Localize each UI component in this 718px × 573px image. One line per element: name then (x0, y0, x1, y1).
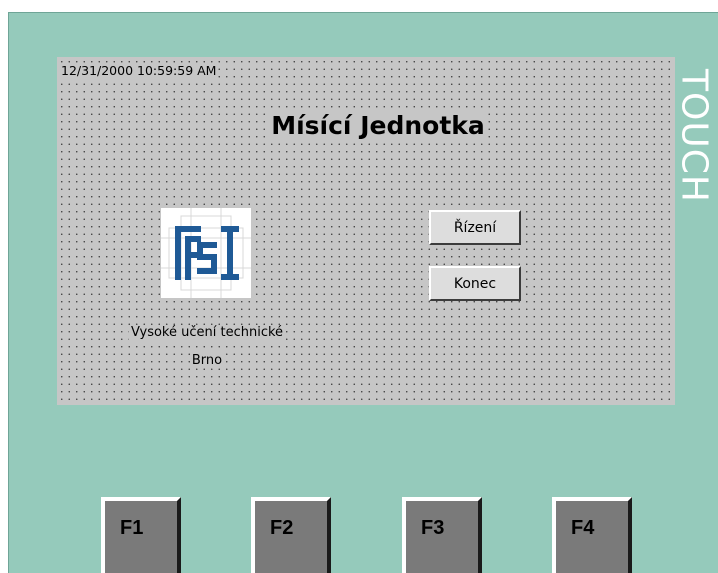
touch-brand-label: TOUCH (671, 61, 717, 211)
function-key-f4[interactable]: F4 (552, 497, 632, 573)
function-key-label: F2 (270, 517, 294, 539)
function-key-label: F3 (421, 517, 445, 539)
function-key-f2[interactable]: F2 (251, 497, 331, 573)
function-key-f1[interactable]: F1 (101, 497, 181, 573)
hmi-panel: 12/31/2000 10:59:59 AM Mísící Jednotka V… (8, 12, 718, 573)
datetime-display: 12/31/2000 10:59:59 AM (60, 63, 218, 78)
function-key-label: F4 (571, 517, 595, 539)
function-key-f3[interactable]: F3 (402, 497, 482, 573)
page-title: Mísící Jednotka (57, 111, 675, 140)
function-key-label: F1 (120, 517, 144, 539)
touch-brand-text: TOUCH (673, 69, 715, 203)
institution-line1: Vysoké učení technické (128, 325, 286, 340)
fsi-letters-icon (175, 226, 239, 280)
control-button[interactable]: Řízení (429, 210, 521, 245)
hmi-screen: 12/31/2000 10:59:59 AM Mísící Jednotka V… (57, 57, 675, 405)
institution-name: Vysoké učení technické Brno (107, 319, 307, 375)
exit-button[interactable]: Konec (429, 266, 521, 301)
institution-line2: Brno (189, 353, 225, 368)
page-title-text: Mísící Jednotka (268, 111, 488, 140)
fsi-logo-icon (161, 208, 251, 298)
